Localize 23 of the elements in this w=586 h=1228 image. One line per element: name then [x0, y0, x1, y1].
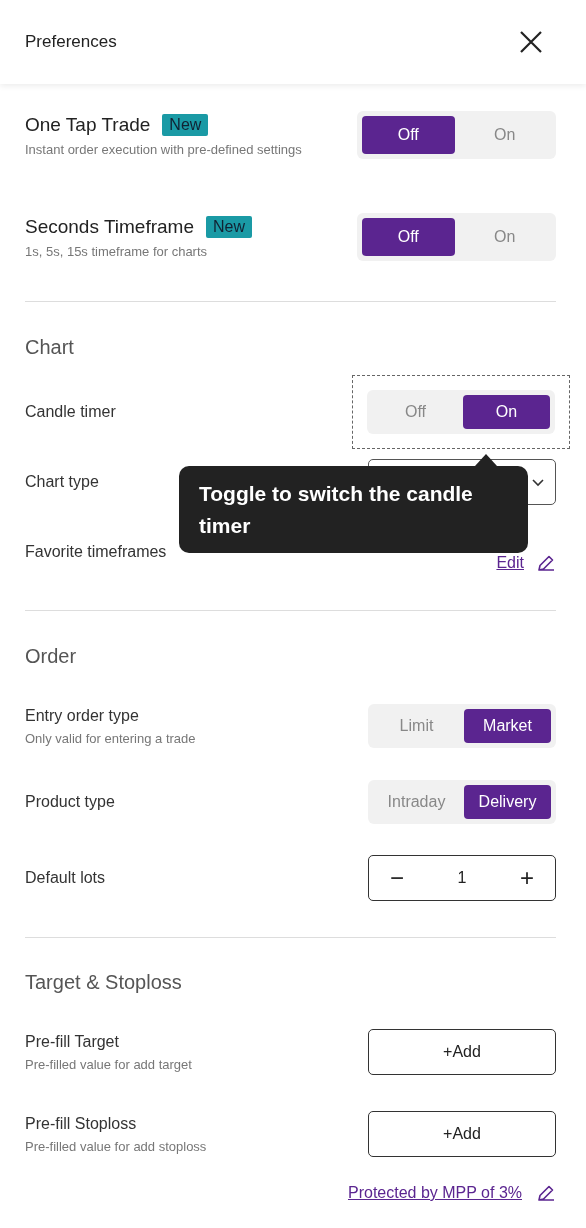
lots-value: 1	[457, 869, 467, 887]
setting-label: One Tap Trade	[25, 113, 151, 136]
section-heading: Target & Stoploss	[25, 970, 183, 994]
setting-hint: 1s, 5s, 15s timeframe for charts	[25, 243, 209, 259]
section-heading: Order	[25, 644, 78, 668]
setting-label: Chart type	[25, 473, 99, 491]
tooltip: Toggle to switch the candle timer	[179, 466, 528, 553]
setting-label: Favorite timeframes	[25, 543, 167, 561]
setting-hint: Only valid for entering a trade	[25, 730, 196, 746]
section-heading: Chart	[25, 335, 75, 359]
setting-hint: Pre-filled value for add target	[25, 1056, 192, 1072]
setting-label: Entry order type	[25, 706, 139, 725]
setting-label: Default lots	[25, 869, 106, 887]
new-badge: New	[205, 215, 252, 238]
setting-label: Pre-fill Stoploss	[25, 1114, 137, 1133]
setting-label: Seconds Timeframe	[25, 215, 194, 238]
setting-label: Pre-fill Target	[25, 1032, 119, 1051]
new-badge: New	[162, 113, 209, 136]
setting-label: Product type	[25, 793, 115, 811]
page-title: Preferences	[25, 32, 117, 52]
setting-hint: Instant order execution with pre-defined settings	[25, 141, 302, 157]
setting-label: Candle timer	[25, 403, 116, 421]
setting-hint: Pre-filled value for add stoploss	[25, 1138, 207, 1154]
